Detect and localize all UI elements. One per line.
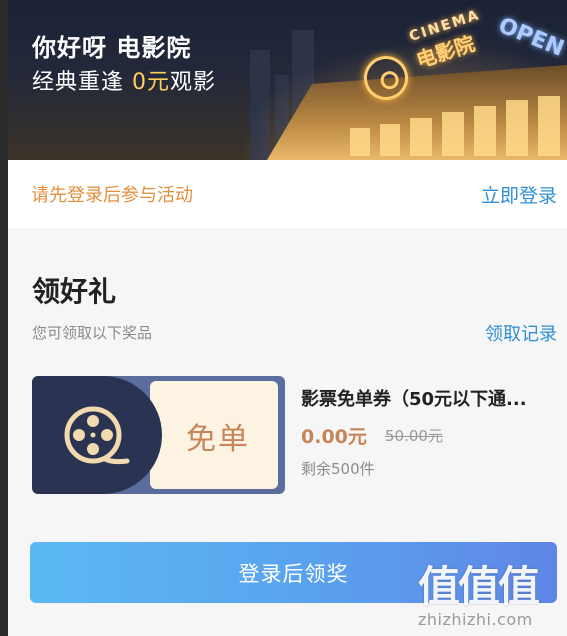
banner-subtitle: 经典重逢 0元观影 bbox=[32, 64, 216, 96]
banner-subtitle-after: 观影 bbox=[170, 70, 217, 95]
building-window bbox=[410, 118, 432, 156]
building-window bbox=[380, 124, 400, 156]
prize-price: 0.00元 bbox=[301, 426, 367, 448]
login-bar: 请先登录后参与活动 立即登录 bbox=[8, 160, 567, 228]
building-window bbox=[538, 96, 560, 156]
banner-title: 你好呀 电影院 bbox=[32, 34, 192, 62]
prize-coupon-card[interactable]: 免单 bbox=[32, 376, 285, 494]
building-window bbox=[442, 112, 464, 156]
building-window bbox=[506, 100, 528, 156]
claim-record-link[interactable]: 领取记录 bbox=[485, 320, 557, 346]
login-link[interactable]: 立即登录 bbox=[481, 181, 557, 208]
login-tip: 请先登录后参与活动 bbox=[31, 185, 193, 206]
gift-section-subtitle: 您可领取以下奖品 bbox=[32, 324, 153, 342]
top-banner: CINEMA 电影院 OPEN 你好呀 电影院 经典重逢 0元观影 bbox=[0, 0, 567, 160]
gift-section-title: 领好礼 bbox=[32, 275, 117, 308]
prize-stock: 剩余500件 bbox=[301, 460, 375, 478]
watermark-logo: 值值值 bbox=[418, 562, 540, 611]
film-reel-icon bbox=[64, 406, 130, 465]
prize-name: 影票免单券（50元以下通... bbox=[301, 389, 527, 410]
coupon-free-label: 免单 bbox=[186, 422, 250, 457]
building-window bbox=[474, 106, 496, 156]
watermark-url: zhizhizhi.com bbox=[418, 610, 533, 629]
banner-subtitle-accent: 0元 bbox=[132, 70, 170, 95]
banner-subtitle-before: 经典重逢 bbox=[32, 70, 132, 95]
prize-original-price: 50.00元 bbox=[385, 427, 443, 445]
left-edge-strip bbox=[0, 0, 8, 636]
building-window bbox=[350, 128, 370, 156]
